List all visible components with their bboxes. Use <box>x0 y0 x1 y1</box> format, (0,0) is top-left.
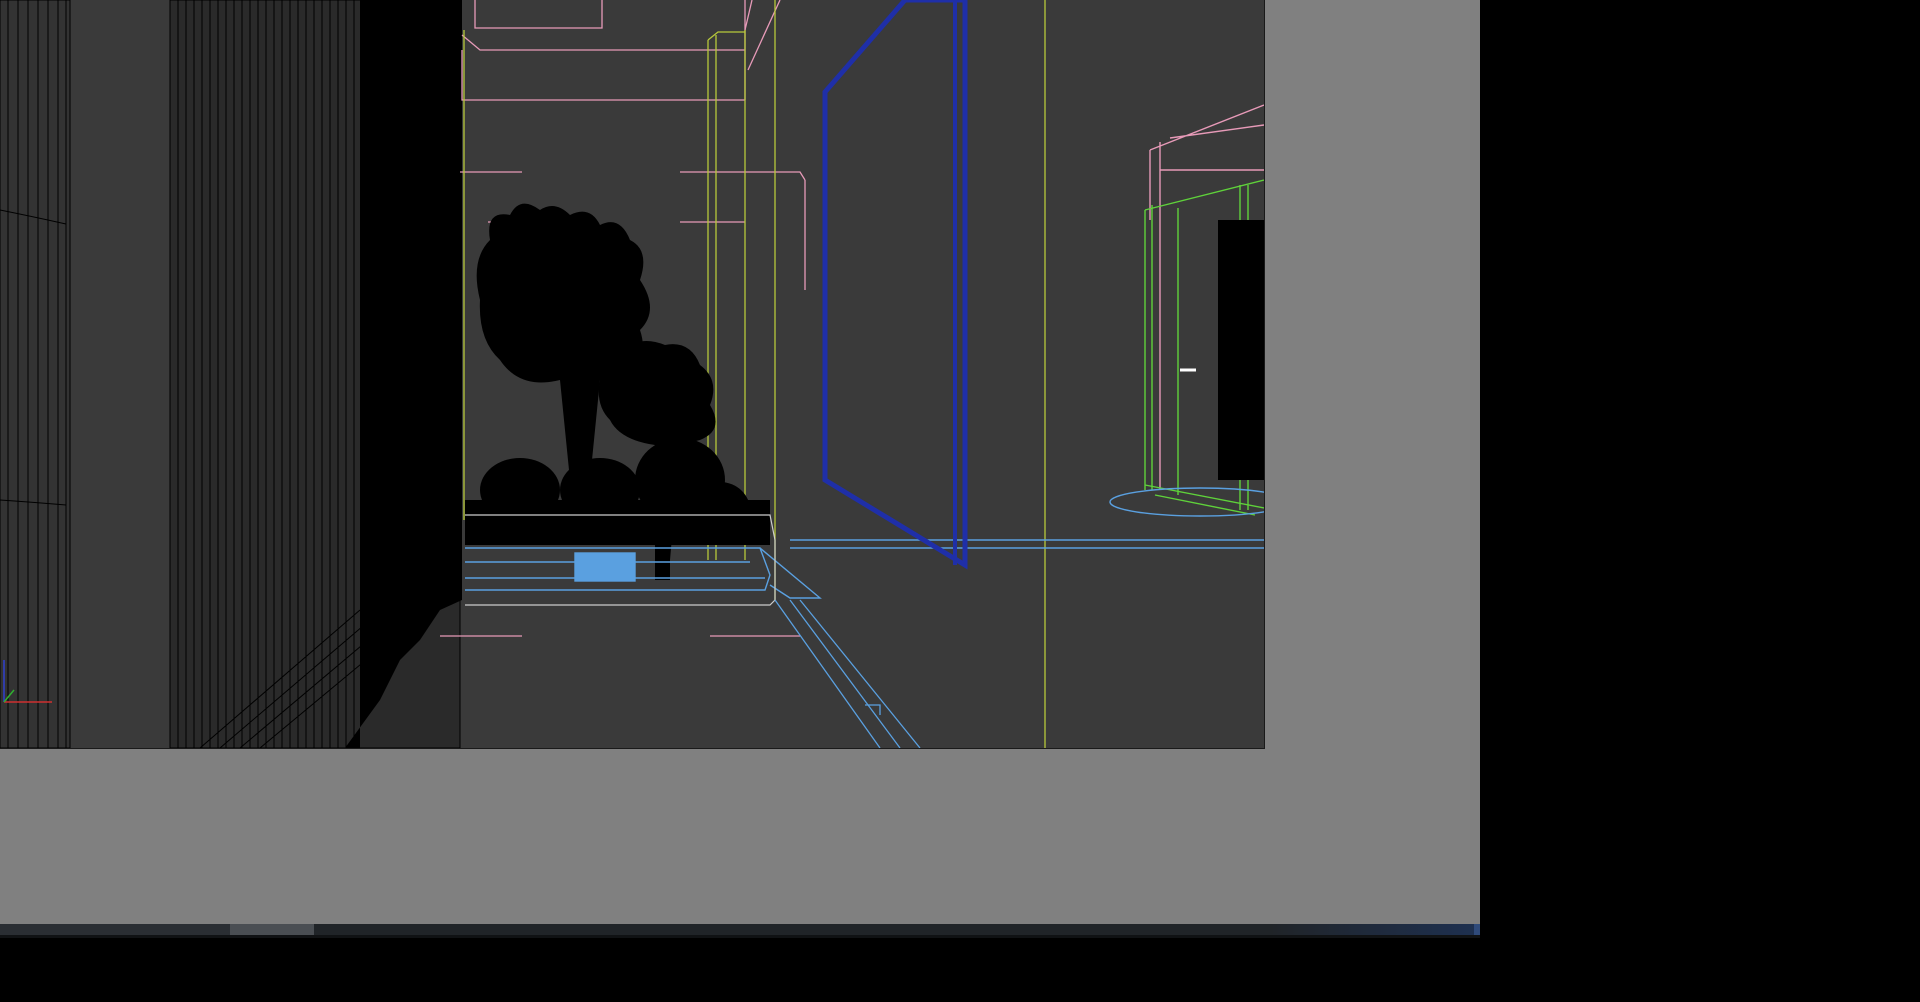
status-segment-highlight[interactable] <box>230 924 314 935</box>
status-segment <box>0 924 230 935</box>
status-bar-edge <box>0 935 1480 938</box>
scrollbar-thumb[interactable] <box>1474 924 1480 935</box>
right-door-frames <box>1109 104 1264 517</box>
viewport-scene <box>0 0 1264 748</box>
floor-lines <box>774 599 921 748</box>
selected-panel-blue <box>822 0 968 570</box>
screen <box>0 0 1920 1002</box>
planter-base <box>465 539 1264 599</box>
tree-silhouettes <box>465 203 770 580</box>
3d-viewport[interactable] <box>0 0 1265 749</box>
status-segment-right <box>1270 924 1476 935</box>
status-bar <box>0 924 1480 935</box>
